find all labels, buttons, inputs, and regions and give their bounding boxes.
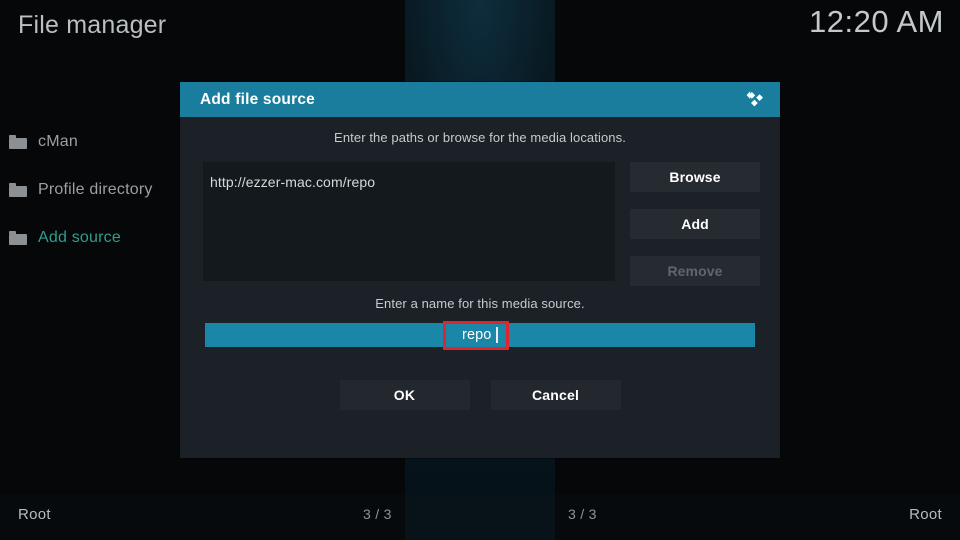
file-list: cMan Profile directory Add source [0, 118, 200, 262]
add-button[interactable]: Add [630, 209, 760, 239]
folder-icon [9, 231, 27, 245]
sidebar-item-label: Add source [38, 229, 121, 246]
status-right-path: Root [909, 506, 942, 523]
kodi-screen: File manager 12:20 AM cMan Profile direc… [0, 0, 960, 540]
paths-hint: Enter the paths or browse for the media … [334, 130, 626, 145]
sidebar-item-label: Profile directory [38, 181, 153, 198]
status-pane-left [0, 494, 405, 540]
sidebar-item-profile-directory[interactable]: Profile directory [0, 166, 200, 214]
sidebar-item-add-source[interactable]: Add source [0, 214, 200, 262]
browse-button[interactable]: Browse [630, 162, 760, 192]
folder-icon [9, 183, 27, 197]
cancel-button[interactable]: Cancel [490, 380, 621, 410]
source-name-input[interactable]: repo [205, 323, 755, 347]
clock: 12:20 AM [809, 4, 944, 39]
name-section: repo [180, 321, 780, 350]
dialog-title: Add file source [200, 90, 315, 108]
folder-icon [9, 135, 27, 149]
path-entry[interactable]: http://ezzer-mac.com/repo [203, 162, 615, 190]
dialog-title-bar: Add file source [180, 82, 780, 117]
status-left-count: 3 / 3 [363, 506, 392, 522]
paths-section: http://ezzer-mac.com/repo Browse Add Rem… [180, 162, 780, 286]
text-caret [496, 327, 498, 343]
status-left-path: Root [18, 506, 51, 523]
status-pane-center [405, 494, 555, 540]
ok-button[interactable]: OK [339, 380, 470, 410]
remove-button: Remove [630, 256, 760, 286]
sidebar-item-label: cMan [38, 133, 78, 150]
paths-buttons: Browse Add Remove [630, 162, 760, 303]
status-pane-right [555, 494, 960, 540]
header-bar: File manager 12:20 AM [0, 0, 960, 58]
page-title: File manager [18, 11, 167, 39]
kodi-logo-icon [742, 88, 766, 112]
sidebar-item-cman[interactable]: cMan [0, 118, 200, 166]
paths-list[interactable]: http://ezzer-mac.com/repo [203, 162, 615, 281]
status-right-count: 3 / 3 [568, 506, 597, 522]
dialog-actions: OK Cancel [180, 380, 780, 410]
add-file-source-dialog: Add file source Enter the paths or brows… [180, 82, 780, 458]
source-name-value: repo [462, 327, 492, 343]
status-bar: Root 3 / 3 3 / 3 Root [0, 494, 960, 540]
